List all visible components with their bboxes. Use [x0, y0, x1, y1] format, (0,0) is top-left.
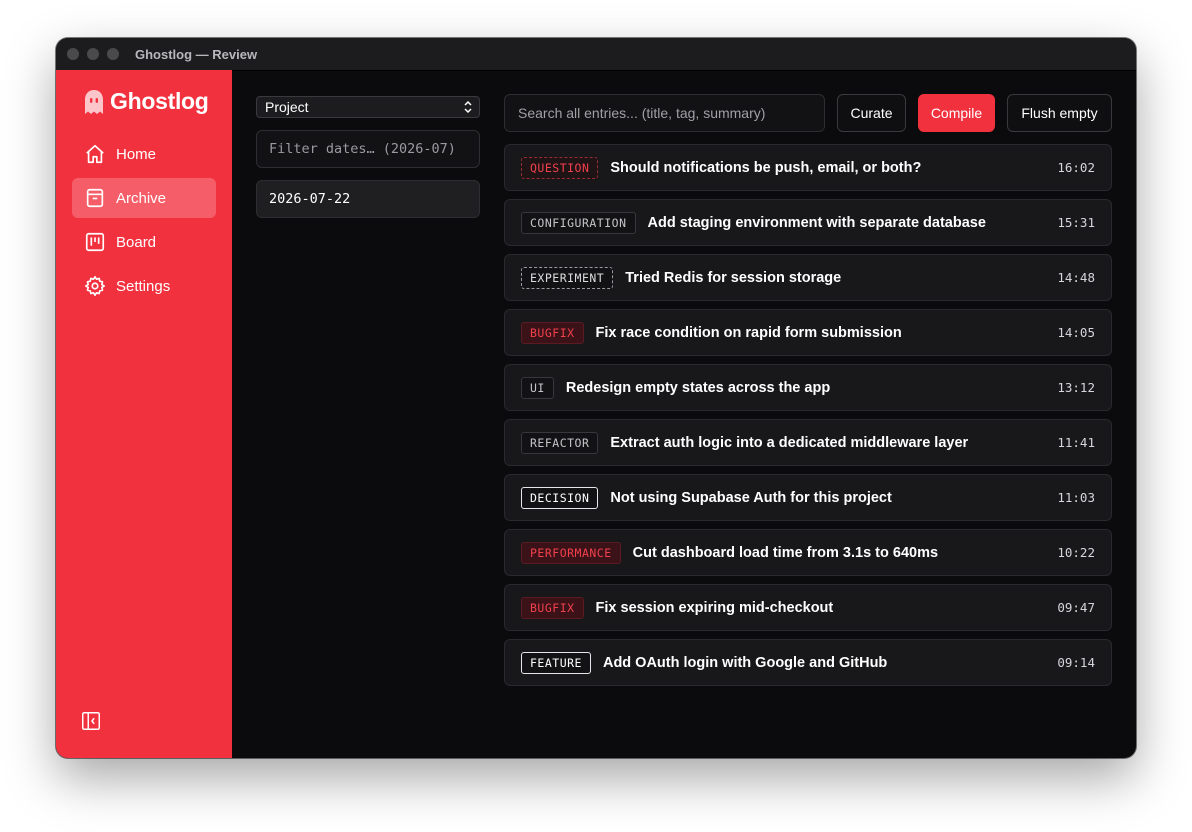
sidebar: Ghostlog Home Archive Board Settings	[56, 70, 232, 758]
entry-tag: EXPERIMENT	[521, 266, 614, 289]
board-icon	[85, 232, 105, 252]
entry-title: Fix session expiring mid-checkout	[595, 599, 834, 616]
entry-time: 10:22	[1057, 545, 1095, 560]
filter-panel: Project Filter dates… (2026-07) 2026-07-…	[256, 96, 480, 218]
app-window: Ghostlog — Review Ghostlog Home Archive …	[56, 38, 1136, 758]
sidebar-nav: Home Archive Board Settings	[72, 134, 216, 310]
toolbar: Search all entries... (title, tag, summa…	[504, 94, 1112, 132]
sidebar-collapse-button[interactable]	[80, 710, 102, 737]
entry-title: Redesign empty states across the app	[565, 379, 831, 396]
entry-time: 13:12	[1057, 380, 1095, 395]
entry-title: Tried Redis for session storage	[625, 269, 842, 286]
sidebar-item-archive[interactable]: Archive	[72, 178, 216, 218]
entry-row[interactable]: CONFIGURATION Add staging environment wi…	[504, 199, 1112, 246]
entry-tag: PERFORMANCE	[521, 541, 621, 564]
ghost-icon	[85, 89, 103, 114]
entry-time: 11:41	[1057, 435, 1095, 450]
entry-row[interactable]: REFACTOR Extract auth logic into a dedic…	[504, 419, 1112, 466]
curate-button[interactable]: Curate	[837, 94, 906, 132]
entry-row[interactable]: FEATURE Add OAuth login with Google and …	[504, 639, 1112, 686]
entry-title: Add staging environment with separate da…	[647, 214, 986, 231]
sidebar-collapse-icon	[82, 712, 100, 730]
sidebar-item-settings[interactable]: Settings	[72, 266, 216, 306]
sidebar-item-label: Settings	[116, 277, 171, 295]
entry-tag: CONFIGURATION	[521, 211, 636, 234]
entry-row[interactable]: EXPERIMENT Tried Redis for session stora…	[504, 254, 1112, 301]
entry-time: 14:05	[1057, 325, 1095, 340]
entry-title: Add OAuth login with Google and GitHub	[602, 654, 888, 671]
entry-time: 14:48	[1057, 270, 1095, 285]
archive-icon	[86, 188, 104, 208]
window-controls	[67, 48, 119, 60]
compile-button[interactable]: Compile	[918, 94, 995, 132]
entry-time: 16:02	[1057, 160, 1095, 175]
search-input[interactable]: Search all entries... (title, tag, summa…	[504, 94, 825, 132]
entry-title: Should notifications be push, email, or …	[610, 159, 922, 176]
date-filter-input[interactable]: Filter dates… (2026-07)	[256, 130, 480, 168]
entry-row[interactable]: BUGFIX Fix race condition on rapid form …	[504, 309, 1112, 356]
entry-tag: BUGFIX	[521, 596, 584, 619]
minimize-window-button[interactable]	[87, 48, 99, 60]
sidebar-item-label: Home	[116, 145, 157, 163]
entry-row[interactable]: DECISION Not using Supabase Auth for thi…	[504, 474, 1112, 521]
entry-title: Fix race condition on rapid form submiss…	[595, 324, 902, 341]
window-title: Ghostlog — Review	[135, 46, 258, 62]
entry-row[interactable]: BUGFIX Fix session expiring mid-checkout…	[504, 584, 1112, 631]
entry-time: 15:31	[1057, 215, 1095, 230]
home-icon	[86, 144, 104, 164]
project-select[interactable]: Project	[256, 96, 480, 118]
entry-time: 11:03	[1057, 490, 1095, 505]
entry-title: Cut dashboard load time from 3.1s to 640…	[632, 544, 939, 561]
title-bar: Ghostlog — Review	[56, 38, 1136, 71]
sidebar-item-label: Board	[116, 233, 157, 251]
sidebar-item-label: Archive	[116, 189, 167, 207]
entry-tag: UI	[521, 376, 554, 399]
entry-list: QUESTION Should notifications be push, e…	[504, 144, 1112, 694]
entry-tag: REFACTOR	[521, 431, 599, 454]
date-list-item[interactable]: 2026-07-22	[256, 180, 480, 218]
gear-icon	[85, 276, 105, 296]
entry-time: 09:47	[1057, 600, 1095, 615]
close-window-button[interactable]	[67, 48, 79, 60]
entry-row[interactable]: UI Redesign empty states across the app …	[504, 364, 1112, 411]
app-name: Ghostlog	[110, 88, 209, 114]
entry-title: Extract auth logic into a dedicated midd…	[610, 434, 969, 451]
entry-tag: DECISION	[521, 486, 599, 509]
app-logo: Ghostlog	[84, 88, 209, 115]
entry-tag: BUGFIX	[521, 321, 584, 344]
entry-row[interactable]: PERFORMANCE Cut dashboard load time from…	[504, 529, 1112, 576]
entry-tag: FEATURE	[521, 651, 591, 674]
chevron-updown-icon	[464, 100, 472, 114]
entry-title: Not using Supabase Auth for this project	[610, 489, 892, 506]
project-select-value: Project	[265, 99, 309, 115]
entry-tag: QUESTION	[521, 156, 599, 179]
sidebar-item-board[interactable]: Board	[72, 222, 216, 262]
sidebar-item-home[interactable]: Home	[72, 134, 216, 174]
entry-row[interactable]: QUESTION Should notifications be push, e…	[504, 144, 1112, 191]
entry-time: 09:14	[1057, 655, 1095, 670]
flush-empty-button[interactable]: Flush empty	[1007, 94, 1112, 132]
zoom-window-button[interactable]	[107, 48, 119, 60]
